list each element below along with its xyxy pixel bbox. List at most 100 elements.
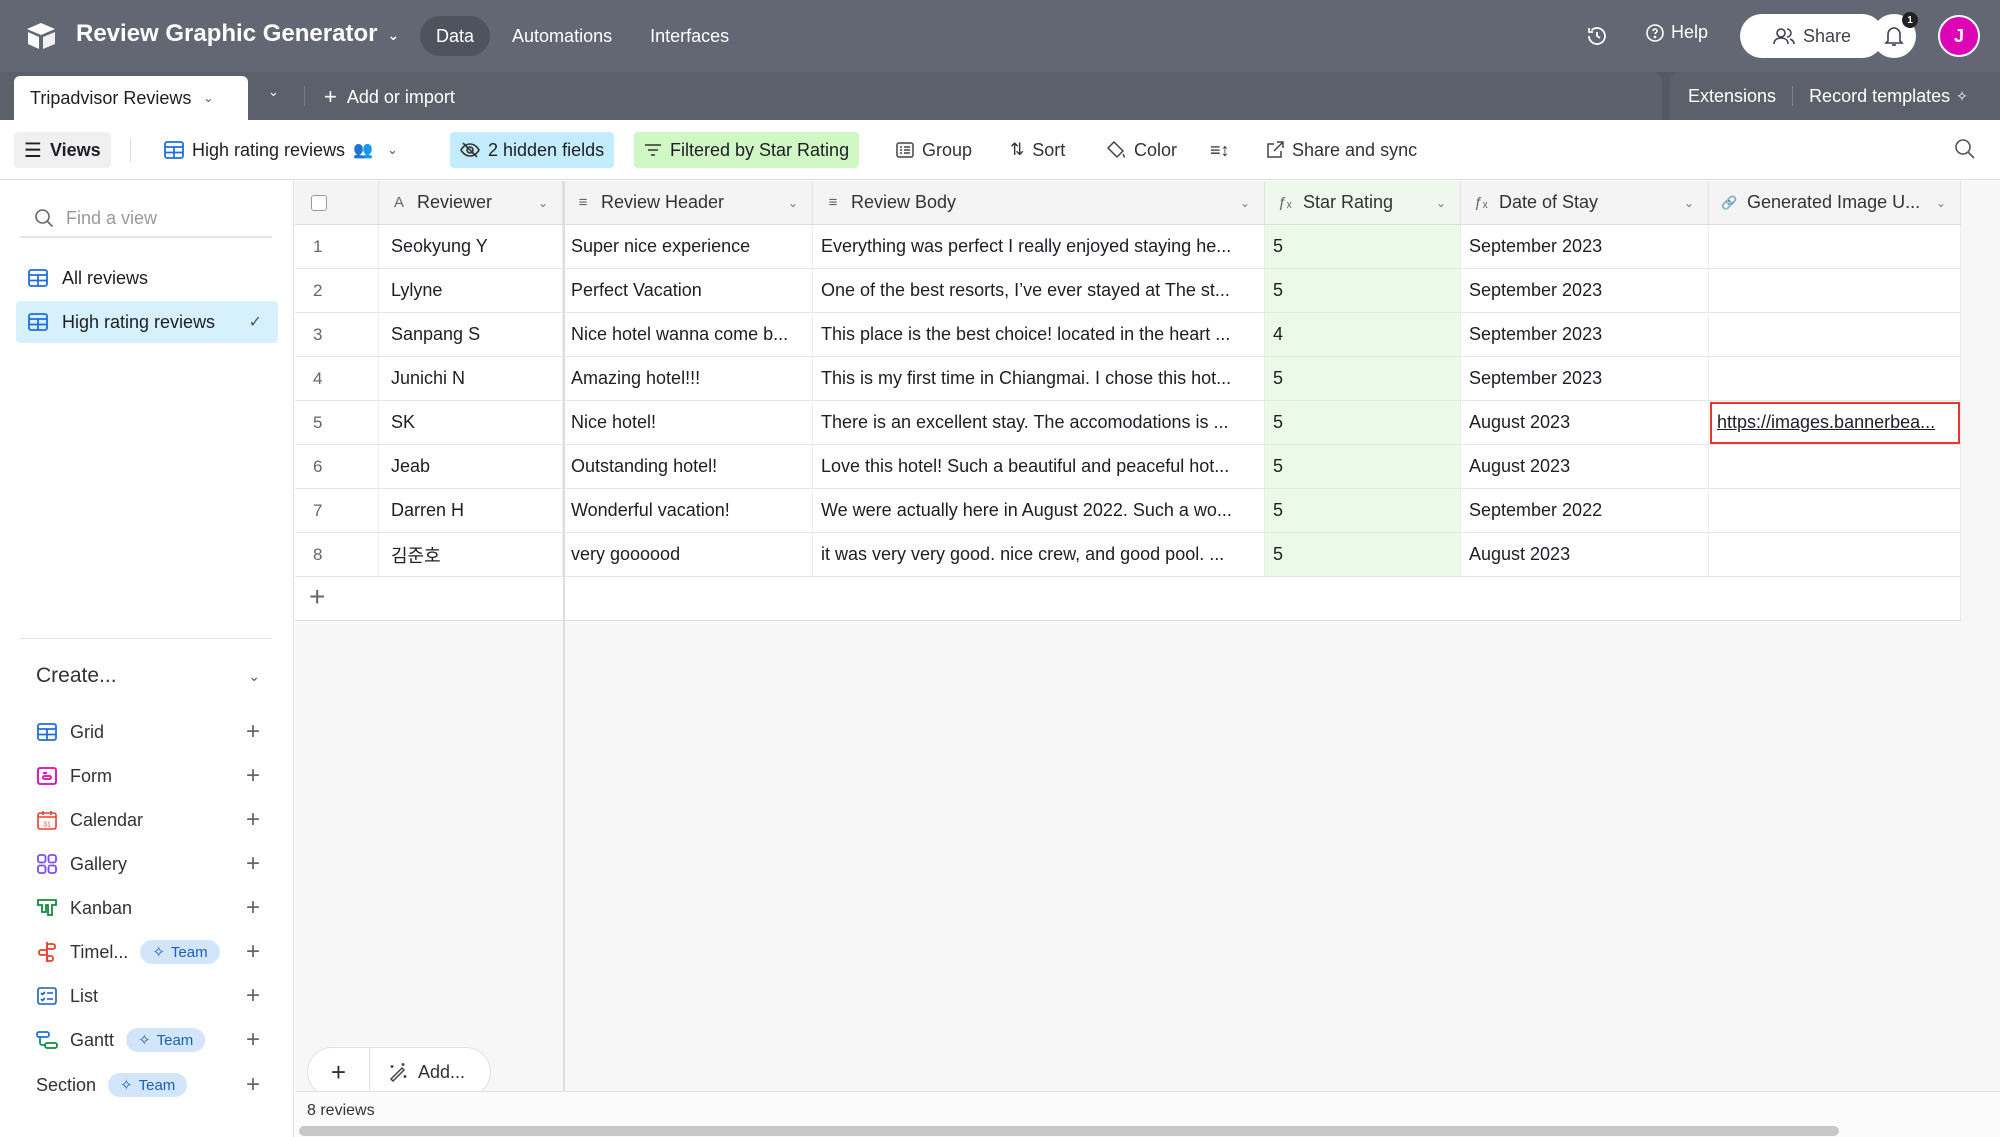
- cell-review-header[interactable]: very goooood: [563, 533, 813, 577]
- share-button[interactable]: Share: [1740, 14, 1884, 58]
- cell-reviewer[interactable]: Junichi N: [379, 357, 563, 401]
- plus-icon[interactable]: +: [246, 1026, 260, 1054]
- cell-review-body[interactable]: This is my first time in Chiangmai. I ch…: [813, 357, 1265, 401]
- avatar[interactable]: J: [1938, 15, 1980, 57]
- cell-review-body[interactable]: One of the best resorts, I’ve ever staye…: [813, 269, 1265, 313]
- cell-review-header[interactable]: Wonderful vacation!: [563, 489, 813, 533]
- cell-date-of-stay[interactable]: September 2023: [1461, 357, 1709, 401]
- create-gantt-view[interactable]: Gantt ✧ Team +: [36, 1024, 260, 1056]
- cell-review-body[interactable]: it was very very good. nice crew, and go…: [813, 533, 1265, 577]
- row-height-button[interactable]: ≡↕: [1200, 132, 1240, 168]
- column-header-date-of-stay[interactable]: ƒₓ Date of Stay ⌄: [1461, 181, 1709, 225]
- cell-date-of-stay[interactable]: August 2023: [1461, 533, 1709, 577]
- cell-star-rating[interactable]: 5: [1265, 225, 1461, 269]
- cell-generated-image-url[interactable]: [1709, 313, 1961, 357]
- chevron-down-icon[interactable]: ⌄: [1684, 196, 1694, 210]
- create-gallery-view[interactable]: Gallery +: [36, 848, 260, 880]
- group-button[interactable]: Group: [886, 132, 982, 168]
- chevron-down-icon[interactable]: ⌄: [538, 196, 548, 210]
- plus-icon[interactable]: +: [309, 581, 325, 613]
- plus-icon[interactable]: +: [246, 806, 260, 834]
- add-record-button[interactable]: +: [308, 1048, 370, 1096]
- column-header-reviewer[interactable]: A Reviewer ⌄: [379, 181, 563, 225]
- table-tab-active[interactable]: Tripadvisor Reviews ⌄: [14, 76, 248, 120]
- extensions-button[interactable]: Extensions: [1688, 86, 1776, 107]
- cell-generated-image-url[interactable]: [1709, 357, 1961, 401]
- select-all-checkbox[interactable]: [311, 194, 327, 211]
- cell-review-body[interactable]: This place is the best choice! located i…: [813, 313, 1265, 357]
- cell-star-rating[interactable]: 5: [1265, 533, 1461, 577]
- cell-star-rating[interactable]: 5: [1265, 357, 1461, 401]
- cell-review-header[interactable]: Nice hotel wanna come b...: [563, 313, 813, 357]
- create-grid-view[interactable]: Grid +: [36, 716, 260, 748]
- cell-generated-image-url[interactable]: [1709, 533, 1961, 577]
- create-form-view[interactable]: Form +: [36, 760, 260, 792]
- chevron-down-icon[interactable]: ⌄: [1936, 196, 1946, 210]
- cell-star-rating[interactable]: 5: [1265, 489, 1461, 533]
- plus-icon[interactable]: +: [246, 718, 260, 746]
- add-record-row[interactable]: +: [295, 577, 1961, 621]
- color-button[interactable]: Color: [1096, 132, 1187, 168]
- cell-reviewer[interactable]: Sanpang S: [379, 313, 563, 357]
- all-tables-dropdown[interactable]: ⌄: [268, 84, 279, 100]
- create-list-view[interactable]: List +: [36, 980, 260, 1012]
- cell-date-of-stay[interactable]: August 2023: [1461, 401, 1709, 445]
- cell-star-rating[interactable]: 5: [1265, 445, 1461, 489]
- share-and-sync-button[interactable]: Share and sync: [1256, 132, 1427, 168]
- cell-review-header[interactable]: Outstanding hotel!: [563, 445, 813, 489]
- cell-date-of-stay[interactable]: September 2022: [1461, 489, 1709, 533]
- sidebar-view-high-rating-reviews[interactable]: High rating reviews ✓: [16, 301, 278, 343]
- cell-generated-image-url[interactable]: [1709, 269, 1961, 313]
- base-title[interactable]: Review Graphic Generator ⌄: [76, 20, 399, 48]
- cell-reviewer[interactable]: Lylyne: [379, 269, 563, 313]
- image-url-link[interactable]: https://images.bannerbea...: [1717, 412, 1935, 433]
- cell-review-body[interactable]: We were actually here in August 2022. Su…: [813, 489, 1265, 533]
- cell-generated-image-url[interactable]: [1709, 225, 1961, 269]
- help-button[interactable]: Help: [1645, 22, 1708, 43]
- cell-reviewer[interactable]: Jeab: [379, 445, 563, 489]
- add-or-import-button[interactable]: + Add or import: [324, 84, 455, 110]
- cell-review-header[interactable]: Nice hotel!: [563, 401, 813, 445]
- nav-tab-automations[interactable]: Automations: [496, 16, 628, 56]
- cell-review-body[interactable]: Everything was perfect I really enjoyed …: [813, 225, 1265, 269]
- cell-star-rating[interactable]: 5: [1265, 401, 1461, 445]
- create-view-section-toggle[interactable]: Create... ⌄: [36, 664, 260, 688]
- plus-icon[interactable]: +: [246, 1071, 260, 1099]
- cell-review-header[interactable]: Amazing hotel!!!: [563, 357, 813, 401]
- cell-reviewer[interactable]: Darren H: [379, 489, 563, 533]
- cell-date-of-stay[interactable]: September 2023: [1461, 225, 1709, 269]
- cell-star-rating[interactable]: 5: [1265, 269, 1461, 313]
- plus-icon[interactable]: +: [246, 850, 260, 878]
- cell-generated-image-url[interactable]: https://images.bannerbea...: [1709, 401, 1961, 445]
- cell-review-header[interactable]: Super nice experience: [563, 225, 813, 269]
- create-calendar-view[interactable]: 31 Calendar +: [36, 804, 260, 836]
- chevron-down-icon[interactable]: ⌄: [1436, 196, 1446, 210]
- filter-button[interactable]: Filtered by Star Rating: [634, 132, 860, 168]
- record-templates-button[interactable]: Record templates ✧: [1809, 86, 1968, 107]
- sort-button[interactable]: ⇅ Sort: [1000, 132, 1075, 168]
- create-kanban-view[interactable]: Kanban +: [36, 892, 260, 924]
- horizontal-scrollbar[interactable]: [299, 1126, 1839, 1136]
- column-header-generated-image-url[interactable]: 🔗 Generated Image U... ⌄: [1709, 181, 1961, 225]
- cell-review-body[interactable]: Love this hotel! Such a beautiful and pe…: [813, 445, 1265, 489]
- cell-reviewer[interactable]: Seokyung Y: [379, 225, 563, 269]
- search-icon[interactable]: [1954, 138, 1976, 160]
- nav-tab-interfaces[interactable]: Interfaces: [634, 16, 745, 56]
- create-timeline-view[interactable]: Timel... ✧ Team +: [36, 936, 260, 968]
- nav-tab-data[interactable]: Data: [420, 16, 491, 56]
- sidebar-view-all-reviews[interactable]: All reviews: [16, 257, 278, 299]
- column-header-star-rating[interactable]: ƒₓ Star Rating ⌄: [1265, 181, 1461, 225]
- cell-reviewer[interactable]: SK: [379, 401, 563, 445]
- plus-icon[interactable]: +: [246, 894, 260, 922]
- views-toggle-button[interactable]: ☰ Views: [14, 132, 111, 168]
- find-view-input[interactable]: [66, 207, 256, 229]
- current-view-button[interactable]: High rating reviews 👥 ⌄: [154, 132, 408, 168]
- cell-generated-image-url[interactable]: [1709, 489, 1961, 533]
- plus-icon[interactable]: +: [246, 938, 260, 966]
- cell-star-rating[interactable]: 4: [1265, 313, 1461, 357]
- cell-date-of-stay[interactable]: September 2023: [1461, 313, 1709, 357]
- plus-icon[interactable]: +: [246, 982, 260, 1010]
- create-section[interactable]: Section ✧ Team +: [36, 1069, 260, 1101]
- cell-date-of-stay[interactable]: August 2023: [1461, 445, 1709, 489]
- column-header-review-body[interactable]: ≡ Review Body ⌄: [813, 181, 1265, 225]
